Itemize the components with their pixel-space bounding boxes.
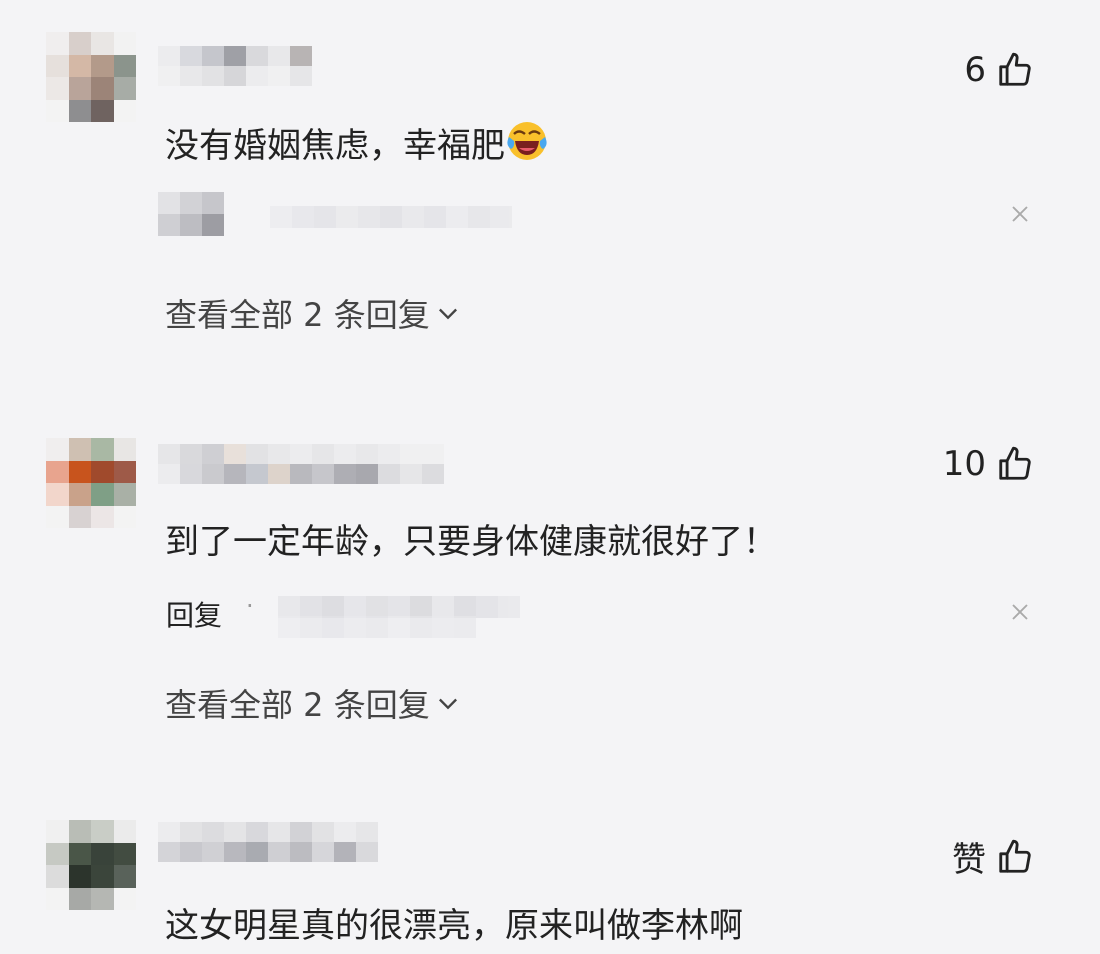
thumbs-up-icon [999,52,1031,86]
laughing-tears-emoji [507,122,547,160]
username[interactable] [158,822,382,862]
separator-dot: · [246,592,254,620]
avatar[interactable] [46,32,136,122]
reply-preview[interactable]: 回复 · [158,590,1038,638]
like-button[interactable]: 6 [964,50,1034,90]
comment-text: 到了一定年龄，只要身体健康就很好了！ [165,522,777,562]
chevron-down-icon [438,698,457,710]
username[interactable] [158,46,318,86]
like-button[interactable]: 10 [943,444,1034,484]
like-count: 10 [942,444,986,484]
reply-button[interactable]: 回复 [166,594,222,634]
avatar[interactable] [46,820,136,910]
view-all-replies-button[interactable]: 查看全部 2 条回复 [165,680,462,726]
thumbs-up-icon [999,446,1031,480]
comment-text: 没有婚姻焦虑，幸福肥 [165,118,549,167]
like-count: 6 [964,50,986,90]
like-button[interactable]: 赞 [952,832,1034,881]
thumbs-up-icon [999,839,1031,873]
avatar[interactable] [46,438,136,528]
chevron-down-icon [438,308,457,320]
close-icon[interactable] [1006,598,1034,626]
close-icon[interactable] [1006,200,1034,228]
like-label: 赞 [952,840,986,880]
reply-preview[interactable] [158,192,1038,236]
username[interactable] [158,444,448,484]
view-all-replies-button[interactable]: 查看全部 2 条回复 [165,290,462,336]
comment-text: 这女明星真的很漂亮，原来叫做李林啊 [165,906,743,946]
